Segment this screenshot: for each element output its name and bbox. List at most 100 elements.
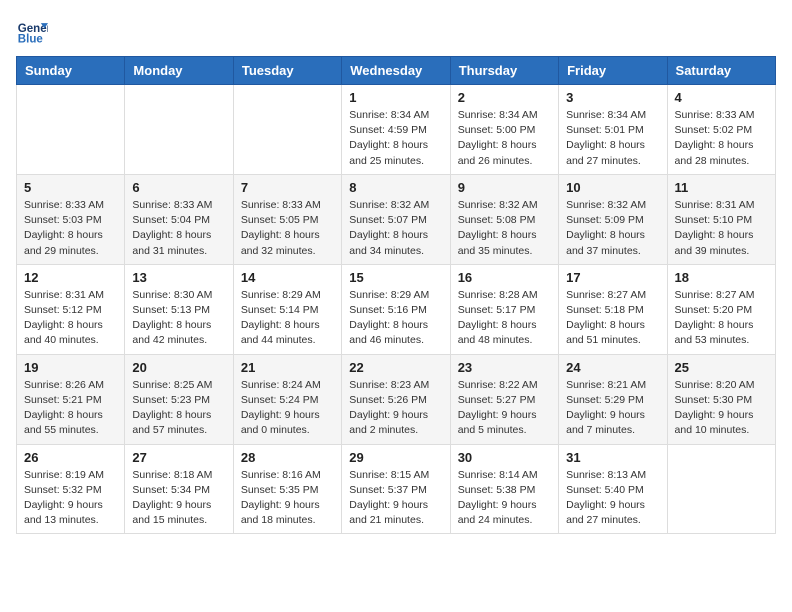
day-info: Sunrise: 8:34 AM Sunset: 4:59 PM Dayligh… — [349, 108, 442, 169]
day-number: 24 — [566, 360, 659, 375]
day-number: 16 — [458, 270, 551, 285]
day-info: Sunrise: 8:18 AM Sunset: 5:34 PM Dayligh… — [132, 468, 225, 529]
day-info: Sunrise: 8:26 AM Sunset: 5:21 PM Dayligh… — [24, 378, 117, 439]
day-info: Sunrise: 8:20 AM Sunset: 5:30 PM Dayligh… — [675, 378, 768, 439]
calendar-cell: 5 Sunrise: 8:33 AM Sunset: 5:03 PM Daylig… — [17, 174, 125, 264]
day-number: 2 — [458, 90, 551, 105]
day-info: Sunrise: 8:32 AM Sunset: 5:08 PM Dayligh… — [458, 198, 551, 259]
day-info: Sunrise: 8:29 AM Sunset: 5:14 PM Dayligh… — [241, 288, 334, 349]
day-number: 8 — [349, 180, 442, 195]
day-number: 17 — [566, 270, 659, 285]
day-number: 4 — [675, 90, 768, 105]
calendar-cell: 29 Sunrise: 8:15 AM Sunset: 5:37 PM Dayli… — [342, 444, 450, 534]
day-info: Sunrise: 8:34 AM Sunset: 5:01 PM Dayligh… — [566, 108, 659, 169]
calendar-cell: 15 Sunrise: 8:29 AM Sunset: 5:16 PM Dayli… — [342, 264, 450, 354]
calendar-header-row: SundayMondayTuesdayWednesdayThursdayFrid… — [17, 57, 776, 85]
day-info: Sunrise: 8:25 AM Sunset: 5:23 PM Dayligh… — [132, 378, 225, 439]
day-info: Sunrise: 8:27 AM Sunset: 5:18 PM Dayligh… — [566, 288, 659, 349]
calendar-week-5: 26 Sunrise: 8:19 AM Sunset: 5:32 PM Dayli… — [17, 444, 776, 534]
calendar-cell: 17 Sunrise: 8:27 AM Sunset: 5:18 PM Dayli… — [559, 264, 667, 354]
day-info: Sunrise: 8:33 AM Sunset: 5:02 PM Dayligh… — [675, 108, 768, 169]
day-header-saturday: Saturday — [667, 57, 775, 85]
day-number: 30 — [458, 450, 551, 465]
calendar-cell: 30 Sunrise: 8:14 AM Sunset: 5:38 PM Dayli… — [450, 444, 558, 534]
calendar-cell: 1Sunrise: 8:34 AM Sunset: 4:59 PM Daylig… — [342, 85, 450, 175]
day-info: Sunrise: 8:21 AM Sunset: 5:29 PM Dayligh… — [566, 378, 659, 439]
day-info: Sunrise: 8:13 AM Sunset: 5:40 PM Dayligh… — [566, 468, 659, 529]
logo: General Blue — [16, 16, 54, 48]
day-number: 3 — [566, 90, 659, 105]
day-info: Sunrise: 8:27 AM Sunset: 5:20 PM Dayligh… — [675, 288, 768, 349]
day-info: Sunrise: 8:33 AM Sunset: 5:03 PM Dayligh… — [24, 198, 117, 259]
calendar-cell: 26 Sunrise: 8:19 AM Sunset: 5:32 PM Dayli… — [17, 444, 125, 534]
calendar-cell: 9 Sunrise: 8:32 AM Sunset: 5:08 PM Daylig… — [450, 174, 558, 264]
calendar-cell: 13 Sunrise: 8:30 AM Sunset: 5:13 PM Dayli… — [125, 264, 233, 354]
day-info: Sunrise: 8:24 AM Sunset: 5:24 PM Dayligh… — [241, 378, 334, 439]
day-number: 6 — [132, 180, 225, 195]
day-info: Sunrise: 8:14 AM Sunset: 5:38 PM Dayligh… — [458, 468, 551, 529]
day-number: 21 — [241, 360, 334, 375]
day-number: 29 — [349, 450, 442, 465]
day-info: Sunrise: 8:22 AM Sunset: 5:27 PM Dayligh… — [458, 378, 551, 439]
day-number: 28 — [241, 450, 334, 465]
calendar-cell: 6 Sunrise: 8:33 AM Sunset: 5:04 PM Daylig… — [125, 174, 233, 264]
calendar-cell: 11 Sunrise: 8:31 AM Sunset: 5:10 PM Dayli… — [667, 174, 775, 264]
day-info: Sunrise: 8:32 AM Sunset: 5:09 PM Dayligh… — [566, 198, 659, 259]
day-number: 22 — [349, 360, 442, 375]
day-number: 7 — [241, 180, 334, 195]
day-number: 15 — [349, 270, 442, 285]
calendar-week-1: 1Sunrise: 8:34 AM Sunset: 4:59 PM Daylig… — [17, 85, 776, 175]
calendar-cell — [233, 85, 341, 175]
day-number: 10 — [566, 180, 659, 195]
calendar-cell: 28 Sunrise: 8:16 AM Sunset: 5:35 PM Dayli… — [233, 444, 341, 534]
day-number: 18 — [675, 270, 768, 285]
day-info: Sunrise: 8:32 AM Sunset: 5:07 PM Dayligh… — [349, 198, 442, 259]
calendar-cell: 4 Sunrise: 8:33 AM Sunset: 5:02 PM Daylig… — [667, 85, 775, 175]
calendar-cell: 2 Sunrise: 8:34 AM Sunset: 5:00 PM Daylig… — [450, 85, 558, 175]
day-number: 23 — [458, 360, 551, 375]
day-number: 9 — [458, 180, 551, 195]
calendar-cell: 16 Sunrise: 8:28 AM Sunset: 5:17 PM Dayli… — [450, 264, 558, 354]
day-number: 19 — [24, 360, 117, 375]
logo-icon: General Blue — [16, 16, 48, 48]
calendar-cell: 27 Sunrise: 8:18 AM Sunset: 5:34 PM Dayli… — [125, 444, 233, 534]
day-number: 14 — [241, 270, 334, 285]
page-header: General Blue — [16, 16, 776, 48]
calendar-cell: 10 Sunrise: 8:32 AM Sunset: 5:09 PM Dayli… — [559, 174, 667, 264]
calendar-cell: 3 Sunrise: 8:34 AM Sunset: 5:01 PM Daylig… — [559, 85, 667, 175]
day-info: Sunrise: 8:30 AM Sunset: 5:13 PM Dayligh… — [132, 288, 225, 349]
day-number: 31 — [566, 450, 659, 465]
day-number: 11 — [675, 180, 768, 195]
day-info: Sunrise: 8:33 AM Sunset: 5:04 PM Dayligh… — [132, 198, 225, 259]
calendar-cell — [17, 85, 125, 175]
day-number: 12 — [24, 270, 117, 285]
calendar-cell: 20Sunrise: 8:25 AM Sunset: 5:23 PM Dayli… — [125, 354, 233, 444]
day-info: Sunrise: 8:19 AM Sunset: 5:32 PM Dayligh… — [24, 468, 117, 529]
calendar-table: SundayMondayTuesdayWednesdayThursdayFrid… — [16, 56, 776, 534]
calendar-cell: 23 Sunrise: 8:22 AM Sunset: 5:27 PM Dayli… — [450, 354, 558, 444]
day-header-friday: Friday — [559, 57, 667, 85]
calendar-cell: 19 Sunrise: 8:26 AM Sunset: 5:21 PM Dayli… — [17, 354, 125, 444]
day-info: Sunrise: 8:31 AM Sunset: 5:12 PM Dayligh… — [24, 288, 117, 349]
day-number: 26 — [24, 450, 117, 465]
day-info: Sunrise: 8:34 AM Sunset: 5:00 PM Dayligh… — [458, 108, 551, 169]
calendar-cell: 18 Sunrise: 8:27 AM Sunset: 5:20 PM Dayli… — [667, 264, 775, 354]
day-info: Sunrise: 8:15 AM Sunset: 5:37 PM Dayligh… — [349, 468, 442, 529]
day-number: 27 — [132, 450, 225, 465]
calendar-cell: 7 Sunrise: 8:33 AM Sunset: 5:05 PM Daylig… — [233, 174, 341, 264]
day-info: Sunrise: 8:16 AM Sunset: 5:35 PM Dayligh… — [241, 468, 334, 529]
day-info: Sunrise: 8:28 AM Sunset: 5:17 PM Dayligh… — [458, 288, 551, 349]
calendar-cell: 31 Sunrise: 8:13 AM Sunset: 5:40 PM Dayli… — [559, 444, 667, 534]
day-info: Sunrise: 8:23 AM Sunset: 5:26 PM Dayligh… — [349, 378, 442, 439]
day-number: 13 — [132, 270, 225, 285]
calendar-cell: 12 Sunrise: 8:31 AM Sunset: 5:12 PM Dayli… — [17, 264, 125, 354]
calendar-week-3: 12 Sunrise: 8:31 AM Sunset: 5:12 PM Dayli… — [17, 264, 776, 354]
calendar-week-2: 5 Sunrise: 8:33 AM Sunset: 5:03 PM Daylig… — [17, 174, 776, 264]
calendar-cell: 24 Sunrise: 8:21 AM Sunset: 5:29 PM Dayli… — [559, 354, 667, 444]
day-number: 5 — [24, 180, 117, 195]
day-header-wednesday: Wednesday — [342, 57, 450, 85]
day-info: Sunrise: 8:31 AM Sunset: 5:10 PM Dayligh… — [675, 198, 768, 259]
svg-text:Blue: Blue — [18, 34, 44, 46]
day-info: Sunrise: 8:33 AM Sunset: 5:05 PM Dayligh… — [241, 198, 334, 259]
day-info: Sunrise: 8:29 AM Sunset: 5:16 PM Dayligh… — [349, 288, 442, 349]
